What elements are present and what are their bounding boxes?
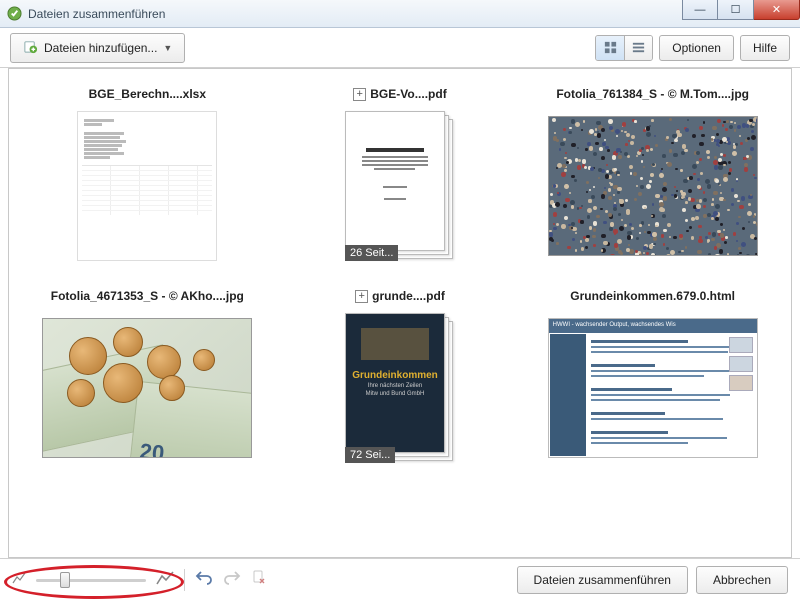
add-files-label: Dateien hinzufügen... — [44, 41, 157, 55]
expand-pages-button[interactable]: + — [353, 88, 366, 101]
view-toggle — [595, 35, 653, 61]
list-view-button[interactable] — [624, 36, 652, 60]
file-item[interactable]: BGE_Berechn....xlsx /*rows drawn below v… — [33, 87, 262, 261]
file-item[interactable]: Grundeinkommen.679.0.html HWWI - wachsen… — [538, 289, 767, 463]
file-grid-panel: BGE_Berechn....xlsx /*rows drawn below v… — [8, 68, 792, 558]
undo-icon[interactable] — [195, 569, 213, 590]
merge-files-button[interactable]: Dateien zusammenführen — [517, 566, 688, 594]
file-thumbnail: HWWI - wachsender Output, wachsendes Wis — [548, 313, 758, 463]
file-thumbnail: Grundeinkommen Ihre nächsten Zeilen Mitw… — [340, 313, 460, 463]
image-preview: 20 20 — [42, 318, 252, 458]
add-files-icon — [23, 39, 38, 57]
close-button[interactable]: ✕ — [754, 0, 800, 20]
cancel-button[interactable]: Abbrechen — [696, 566, 788, 594]
thumbnail-small-icon — [12, 572, 26, 587]
page-count-badge: 72 Sei... — [345, 447, 395, 463]
toolbar: Dateien hinzufügen... ▼ Optionen Hilfe — [0, 28, 800, 68]
xlsx-preview: /*rows drawn below via repetition*/ — [77, 111, 217, 261]
file-name: Grundeinkommen.679.0.html — [570, 289, 735, 303]
redo-icon — [223, 569, 241, 590]
dropdown-caret-icon: ▼ — [163, 43, 172, 53]
thumbnail-size-slider[interactable] — [36, 571, 146, 589]
file-item[interactable]: Fotolia_4671353_S - © AKho....jpg 20 20 — [33, 289, 262, 463]
file-name: grunde....pdf — [372, 289, 445, 303]
file-item[interactable]: + grunde....pdf Grundeinkommen Ihre näch… — [286, 289, 515, 463]
file-name: Fotolia_4671353_S - © AKho....jpg — [51, 289, 244, 303]
separator — [184, 569, 185, 591]
file-item[interactable]: + BGE-Vo....pdf 26 Sei — [286, 87, 515, 261]
image-preview — [548, 116, 758, 256]
footer: Dateien zusammenführen Abbrechen — [0, 558, 800, 600]
maximize-button[interactable]: ☐ — [718, 0, 754, 20]
html-preview: HWWI - wachsender Output, wachsendes Wis — [548, 318, 758, 458]
thumbnail-view-button[interactable] — [596, 36, 624, 60]
pdf-preview: 26 Seit... — [345, 111, 455, 261]
file-name: BGE_Berechn....xlsx — [89, 87, 206, 101]
file-thumbnail: /*rows drawn below via repetition*/ — [42, 111, 252, 261]
file-thumbnail — [548, 111, 758, 261]
add-files-button[interactable]: Dateien hinzufügen... ▼ — [10, 33, 185, 63]
app-icon — [6, 6, 22, 22]
page-count-badge: 26 Seit... — [345, 245, 398, 261]
file-item[interactable]: Fotolia_761384_S - © M.Tom....jpg — [538, 87, 767, 261]
remove-file-icon — [251, 569, 267, 590]
expand-pages-button[interactable]: + — [355, 290, 368, 303]
thumbnail-large-icon — [156, 571, 174, 588]
file-thumbnail: 26 Seit... — [340, 111, 460, 261]
window-controls: — ☐ ✕ — [682, 0, 800, 20]
options-button[interactable]: Optionen — [659, 35, 734, 61]
window-title: Dateien zusammenführen — [28, 7, 165, 21]
file-name: BGE-Vo....pdf — [370, 87, 446, 101]
pdf-preview: Grundeinkommen Ihre nächsten Zeilen Mitw… — [345, 313, 455, 463]
file-thumbnail: 20 20 — [42, 313, 252, 463]
help-button[interactable]: Hilfe — [740, 35, 790, 61]
minimize-button[interactable]: — — [682, 0, 718, 20]
file-name: Fotolia_761384_S - © M.Tom....jpg — [556, 87, 749, 101]
titlebar: Dateien zusammenführen — ☐ ✕ — [0, 0, 800, 28]
